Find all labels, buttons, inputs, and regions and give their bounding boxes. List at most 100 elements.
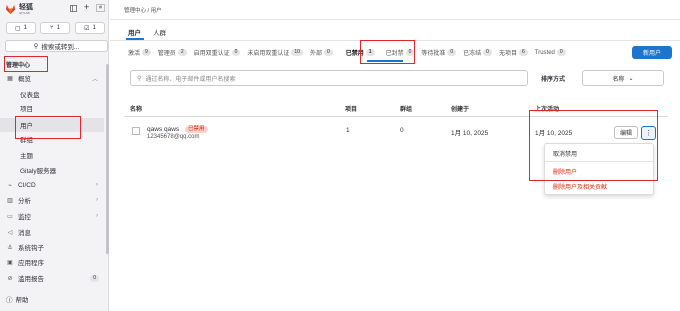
sidebar-item-abuse-reports[interactable]: ⊘ 滥用报告 0 [0,271,104,285]
sidebar-item-label: CI/CD [18,181,36,189]
breadcrumb-root[interactable]: 管理中心 [124,8,146,14]
delete-user-and-contributions-item[interactable]: 删除用户及相关贡献 [553,182,607,191]
brand-name: 轻狐 GITLAB [19,4,33,15]
tab-active[interactable]: 激活 9 [128,48,151,57]
sidebar-item-label: 主题 [20,153,33,160]
todo-icon: ☑ [84,25,90,32]
chevron-down-icon: ⌄ [628,75,634,82]
sidebar-item-label: 滥用报告 [18,276,44,283]
sidebar-item-messages[interactable]: ◁ 消息 [0,225,104,239]
sidebar-item-applications[interactable]: ▣ 应用程序 [0,255,104,269]
megaphone-icon: ◁ [7,229,13,236]
tab-2fa-disabled[interactable]: 未启用双重认证 10 [247,48,303,57]
column-header-name: 名称 [130,107,143,113]
sidebar-item-gitaly[interactable]: Gitaly服务器 [0,163,104,177]
sidebar-toggle-icon[interactable] [70,5,77,14]
sidebar-item-label: 群组 [20,137,33,144]
tab-without-projects[interactable]: 无项目 6 [499,48,528,57]
abuse-icon: ⊘ [7,275,13,282]
new-user-button[interactable]: 新用户 [632,46,672,59]
sidebar-item-label: 概览 [18,76,31,83]
user-email: 12345678@qq.com [147,134,200,140]
sidebar-item-dashboard[interactable]: 仪表盘 [0,87,104,101]
more-actions-button[interactable]: ⋮ [641,126,656,140]
sidebar-item-topics[interactable]: 主题 [0,148,104,162]
grid-icon: ▦ [7,75,13,82]
tab-pending-approval[interactable]: 等待批准 0 [421,48,457,57]
unblock-user-item[interactable]: 取消禁用 [553,149,577,158]
sidebar-item-cicd[interactable]: ⌁ CI/CD › [0,178,104,192]
sidebar-item-label: 消息 [18,230,31,237]
column-header-created: 创建于 [451,107,470,113]
active-filter-indicator [367,60,403,62]
sort-label: 排序方式 [541,77,566,83]
avatar[interactable] [96,4,105,14]
gitlab-logo-icon[interactable] [5,4,16,15]
sidebar-scrollbar[interactable] [106,64,109,254]
plus-icon[interactable]: + [84,3,89,12]
merge-requests-count: 1 [56,25,60,31]
breadcrumb-separator: / [147,8,150,14]
sidebar-item-overview[interactable]: ▦ 概览 ︿ [0,71,104,85]
tabs-divider [110,40,680,41]
sidebar-item-groups[interactable]: 群组 [0,132,104,146]
header-divider [110,19,680,20]
sidebar-item-label: 分析 [18,198,31,205]
tab-users[interactable]: 用户 [128,27,141,37]
chevron-right-icon: › [96,197,98,203]
tab-blocked[interactable]: 已禁用 1 [346,48,375,57]
filter-tabs: 激活 9 管理员 2 启用双重认证 0 未启用双重认证 10 外部 0 已禁用 1 已封禁 0… [128,48,566,57]
search-icon: ⚲ [33,43,39,50]
sidebar-item-analytics[interactable]: ▥ 分析 › [0,193,104,207]
issues-icon: ▢ [14,25,21,32]
help-icon: ⓘ [6,297,13,304]
user-name[interactable]: qaws qaws [147,126,179,133]
sidebar-item-label: Gitaly服务器 [20,168,57,175]
issues-count: 1 [23,25,27,31]
sidebar-item-monitoring[interactable]: ▭ 监控 › [0,209,104,223]
tab-admins[interactable]: 管理员 2 [158,48,187,57]
blocked-badge: 已禁用 [185,126,208,133]
monitor-icon: ▭ [7,213,13,220]
tab-trusted[interactable]: Trusted 0 [535,49,566,56]
user-search-input[interactable]: ⚲ 通过名称、电子邮件或用户名搜索 [130,70,528,86]
merge-request-icon: ⑂ [50,25,54,31]
apps-icon: ▣ [7,259,13,266]
tab-banned[interactable]: 已封禁 0 [386,48,415,57]
merge-requests-counter[interactable]: ⑂ 1 [40,22,70,34]
chevron-right-icon: › [96,213,98,219]
column-header-projects: 项目 [345,107,358,113]
sidebar-item-label: 项目 [20,106,33,113]
table-header-divider [124,116,668,117]
sidebar-item-projects[interactable]: 项目 [0,101,104,115]
dropdown-divider [545,161,655,162]
user-groups-count: 0 [400,127,404,134]
todo-counter[interactable]: ☑ 1 [75,22,105,34]
delete-user-item[interactable]: 删除用户 [553,167,577,176]
chevron-up-icon: ︿ [91,76,98,83]
help-label: 帮助 [15,297,29,304]
todo-count: 1 [92,25,96,31]
column-header-groups: 群组 [400,107,413,113]
tab-deactivated[interactable]: 已冻结 0 [463,48,492,57]
user-projects-count: 1 [346,127,350,134]
issues-counter[interactable]: ▢ 1 [6,22,36,34]
sidebar-item-users[interactable]: 用户 [0,118,104,132]
help-button[interactable]: ⓘ 帮助 [6,294,29,304]
search-icon: ⚲ [137,75,142,82]
hook-icon: ⚓ [7,244,13,251]
tab-cohorts[interactable]: 人群 [153,27,166,37]
tab-external[interactable]: 外部 0 [310,48,333,57]
sidebar-item-label: 用户 [20,123,33,130]
breadcrumb: 管理中心 / 用户 [124,6,162,14]
user-last-activity: 1月 10, 2025 [535,130,573,137]
chart-icon: ▥ [7,197,13,204]
search-button[interactable]: ⚲ 搜索或转到... [5,40,108,52]
edit-user-button[interactable]: 编辑 [614,126,638,139]
sort-dropdown[interactable]: 名称 ⌄ [582,70,664,86]
brand-sub: GITLAB [19,11,30,15]
sidebar-item-system-hooks[interactable]: ⚓ 系统钩子 [0,240,104,254]
tab-2fa-enabled[interactable]: 启用双重认证 0 [194,48,241,57]
abuse-count-badge: 0 [90,274,99,282]
user-actions-dropdown: 取消禁用 删除用户 删除用户及相关贡献 [544,143,655,195]
